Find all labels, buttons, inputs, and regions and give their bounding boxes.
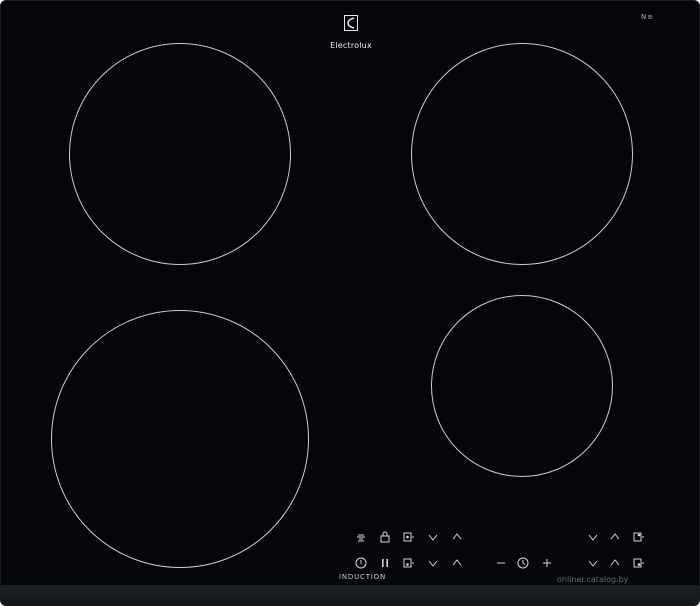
chevron-down-icon[interactable]: [427, 557, 439, 569]
cooking-zone-front-left: [51, 310, 309, 568]
clock-icon[interactable]: [517, 557, 529, 569]
zone-select-icon[interactable]: [633, 557, 645, 569]
chevron-up-icon[interactable]: [609, 557, 621, 569]
chevron-down-icon[interactable]: [427, 531, 439, 543]
zone-select-icon[interactable]: [403, 531, 415, 543]
timer-icon[interactable]: [355, 531, 367, 543]
zone-select-icon[interactable]: [403, 557, 415, 569]
brand-logo: Electrolux: [319, 15, 383, 52]
cooking-zone-rear-left: [69, 43, 291, 265]
induction-label: INDUCTION: [339, 573, 386, 581]
chevron-down-icon[interactable]: [587, 557, 599, 569]
lock-icon[interactable]: [379, 531, 391, 543]
chevron-up-icon[interactable]: [451, 557, 463, 569]
cooking-zone-rear-right: [411, 43, 633, 265]
brand-name: Electrolux: [330, 41, 372, 50]
cooktop-front-edge: [1, 585, 699, 605]
chevron-up-icon[interactable]: [451, 531, 463, 543]
corner-mark: N≡: [641, 13, 655, 21]
chevron-up-icon[interactable]: [609, 531, 621, 543]
cooking-zone-front-right: [431, 295, 613, 477]
power-icon[interactable]: [355, 557, 367, 569]
pause-icon[interactable]: [379, 557, 391, 569]
zone-select-icon[interactable]: [633, 531, 645, 543]
electrolux-logo-icon: [344, 15, 358, 31]
induction-cooktop: Electrolux N≡ INDUCTION onliner.catalog.…: [0, 0, 700, 606]
minus-icon[interactable]: [495, 557, 507, 569]
plus-icon[interactable]: [541, 557, 553, 569]
watermark: onliner.catalog.by: [557, 575, 629, 584]
chevron-down-icon[interactable]: [587, 531, 599, 543]
